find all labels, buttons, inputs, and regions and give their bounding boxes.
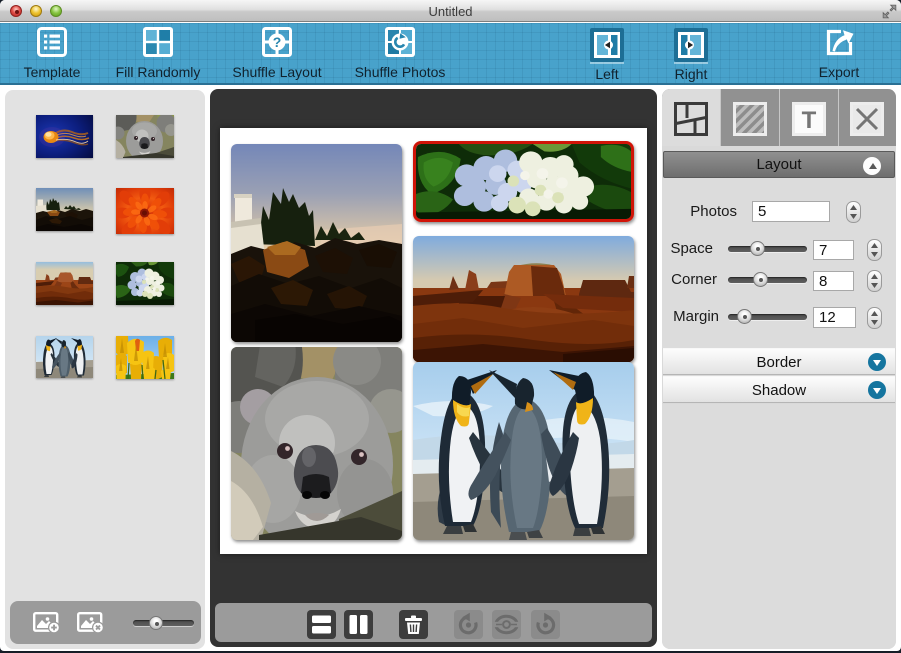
svg-text:?: ?: [273, 34, 282, 50]
svg-text:T: T: [802, 107, 817, 134]
